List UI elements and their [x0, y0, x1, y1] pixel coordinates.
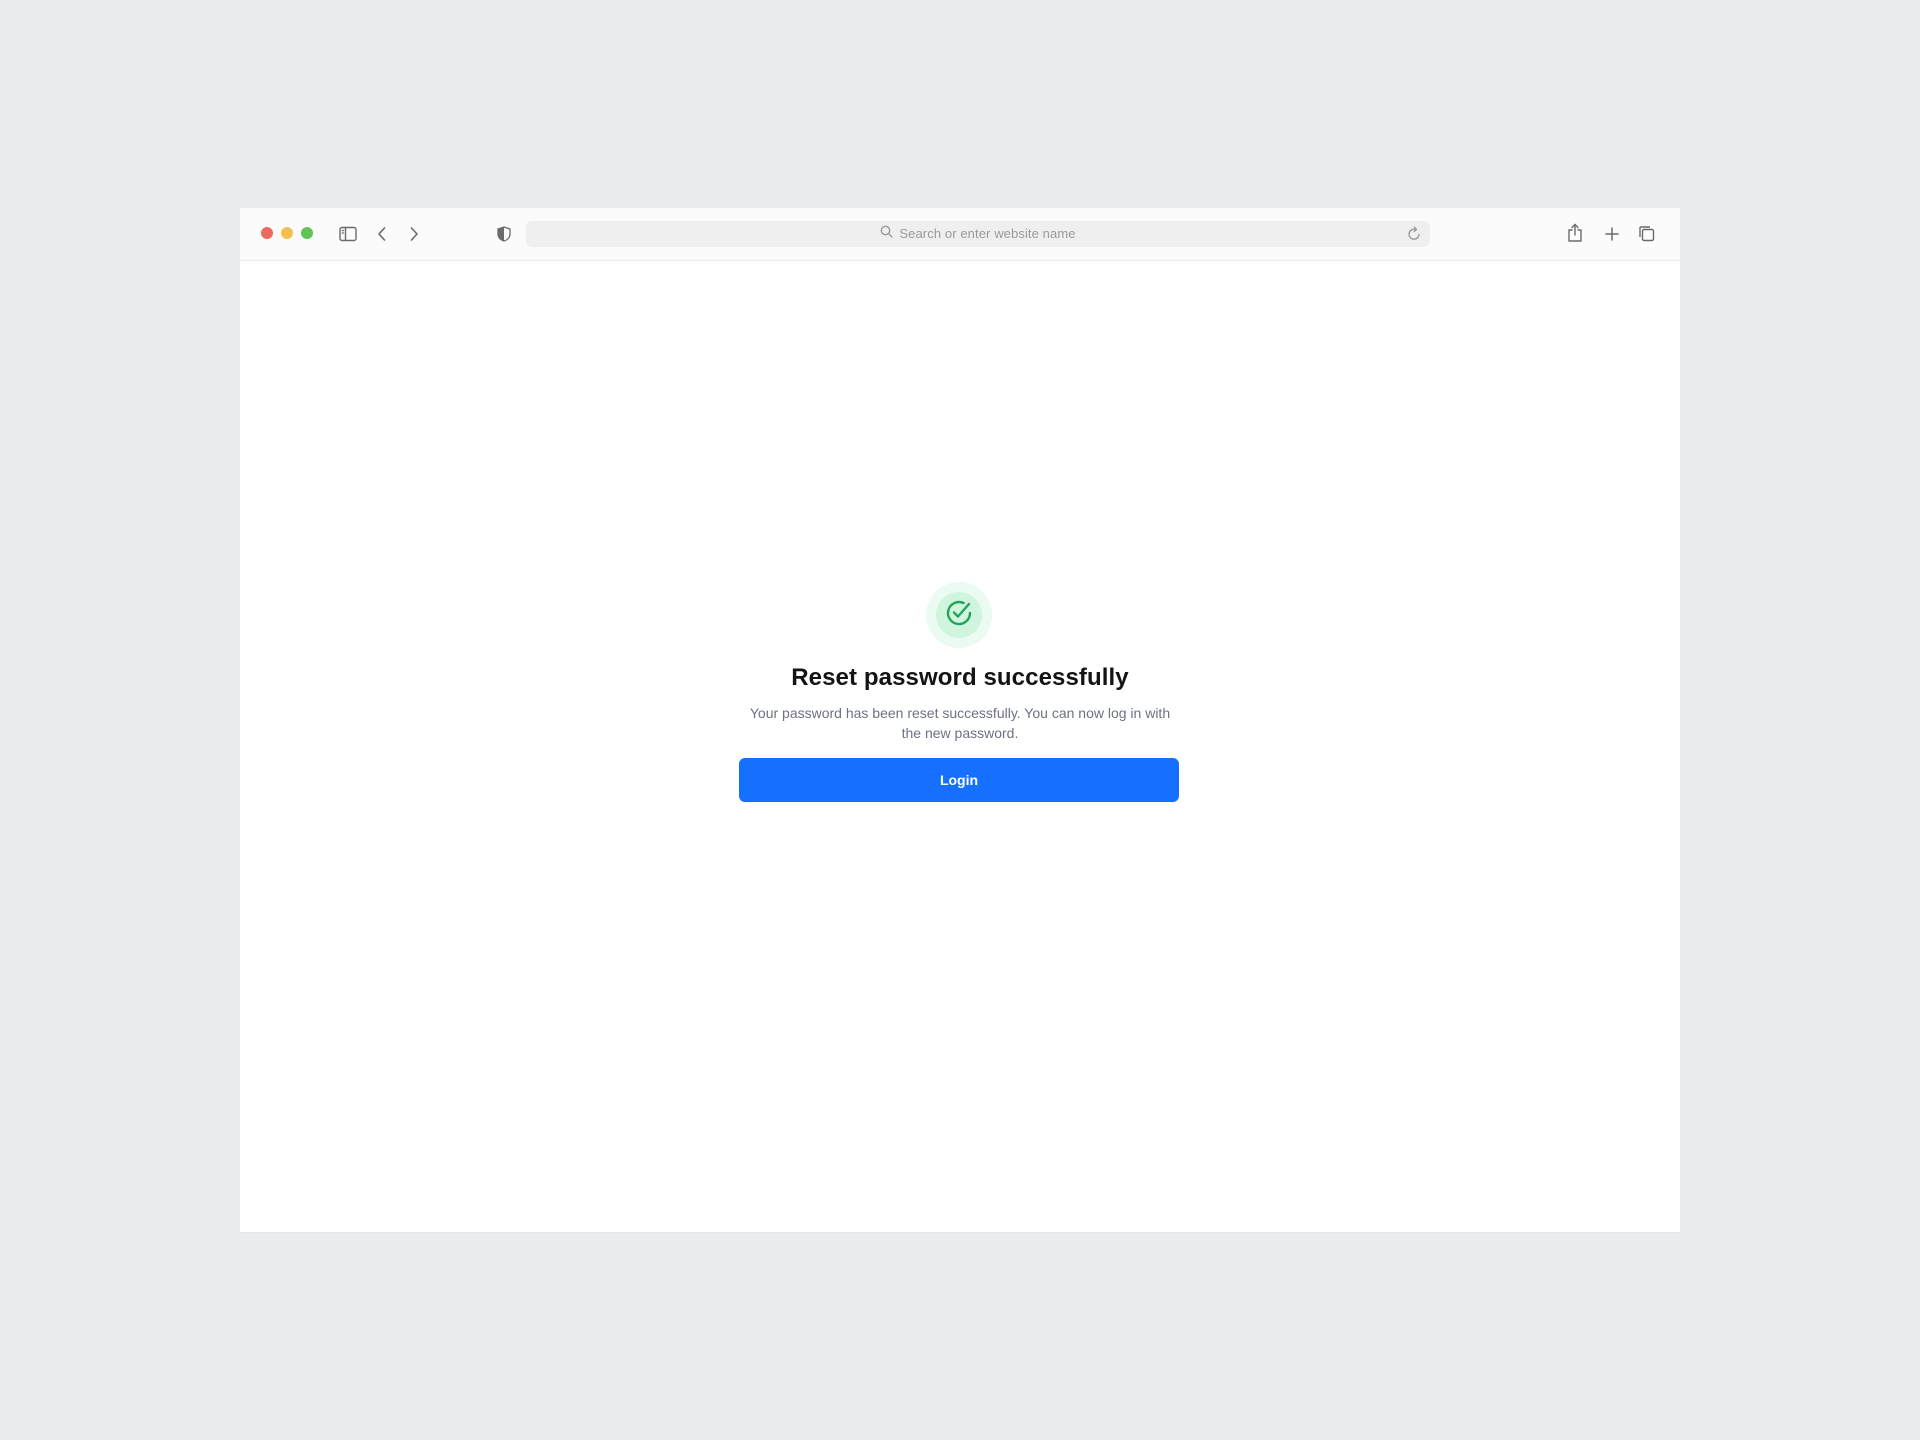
zoom-window-button[interactable] — [301, 227, 313, 239]
share-icon[interactable] — [1566, 222, 1584, 244]
login-button[interactable]: Login — [739, 758, 1179, 802]
shield-icon[interactable] — [496, 225, 512, 243]
minimize-window-button[interactable] — [281, 227, 293, 239]
close-window-button[interactable] — [261, 227, 273, 239]
browser-toolbar: Search or enter website name — [240, 208, 1680, 261]
reload-icon[interactable] — [1406, 226, 1422, 247]
address-placeholder: Search or enter website name — [899, 226, 1076, 241]
address-bar[interactable]: Search or enter website name — [526, 221, 1430, 247]
plus-icon[interactable] — [1603, 225, 1621, 243]
tab-overview-icon[interactable] — [1637, 224, 1655, 242]
search-icon — [880, 225, 894, 243]
chevron-right-icon[interactable] — [406, 224, 422, 244]
check-circle-icon — [945, 599, 973, 632]
chevron-left-icon[interactable] — [374, 224, 390, 244]
page-content: Reset password successfully Your passwor… — [240, 261, 1680, 1232]
page-description: Your password has been reset successfull… — [749, 705, 1171, 741]
sidebar-toggle-icon[interactable] — [338, 224, 358, 244]
page-title: Reset password successfully — [791, 664, 1129, 691]
success-badge — [926, 582, 992, 648]
browser-window: Search or enter website name Reset passw… — [240, 208, 1680, 1232]
